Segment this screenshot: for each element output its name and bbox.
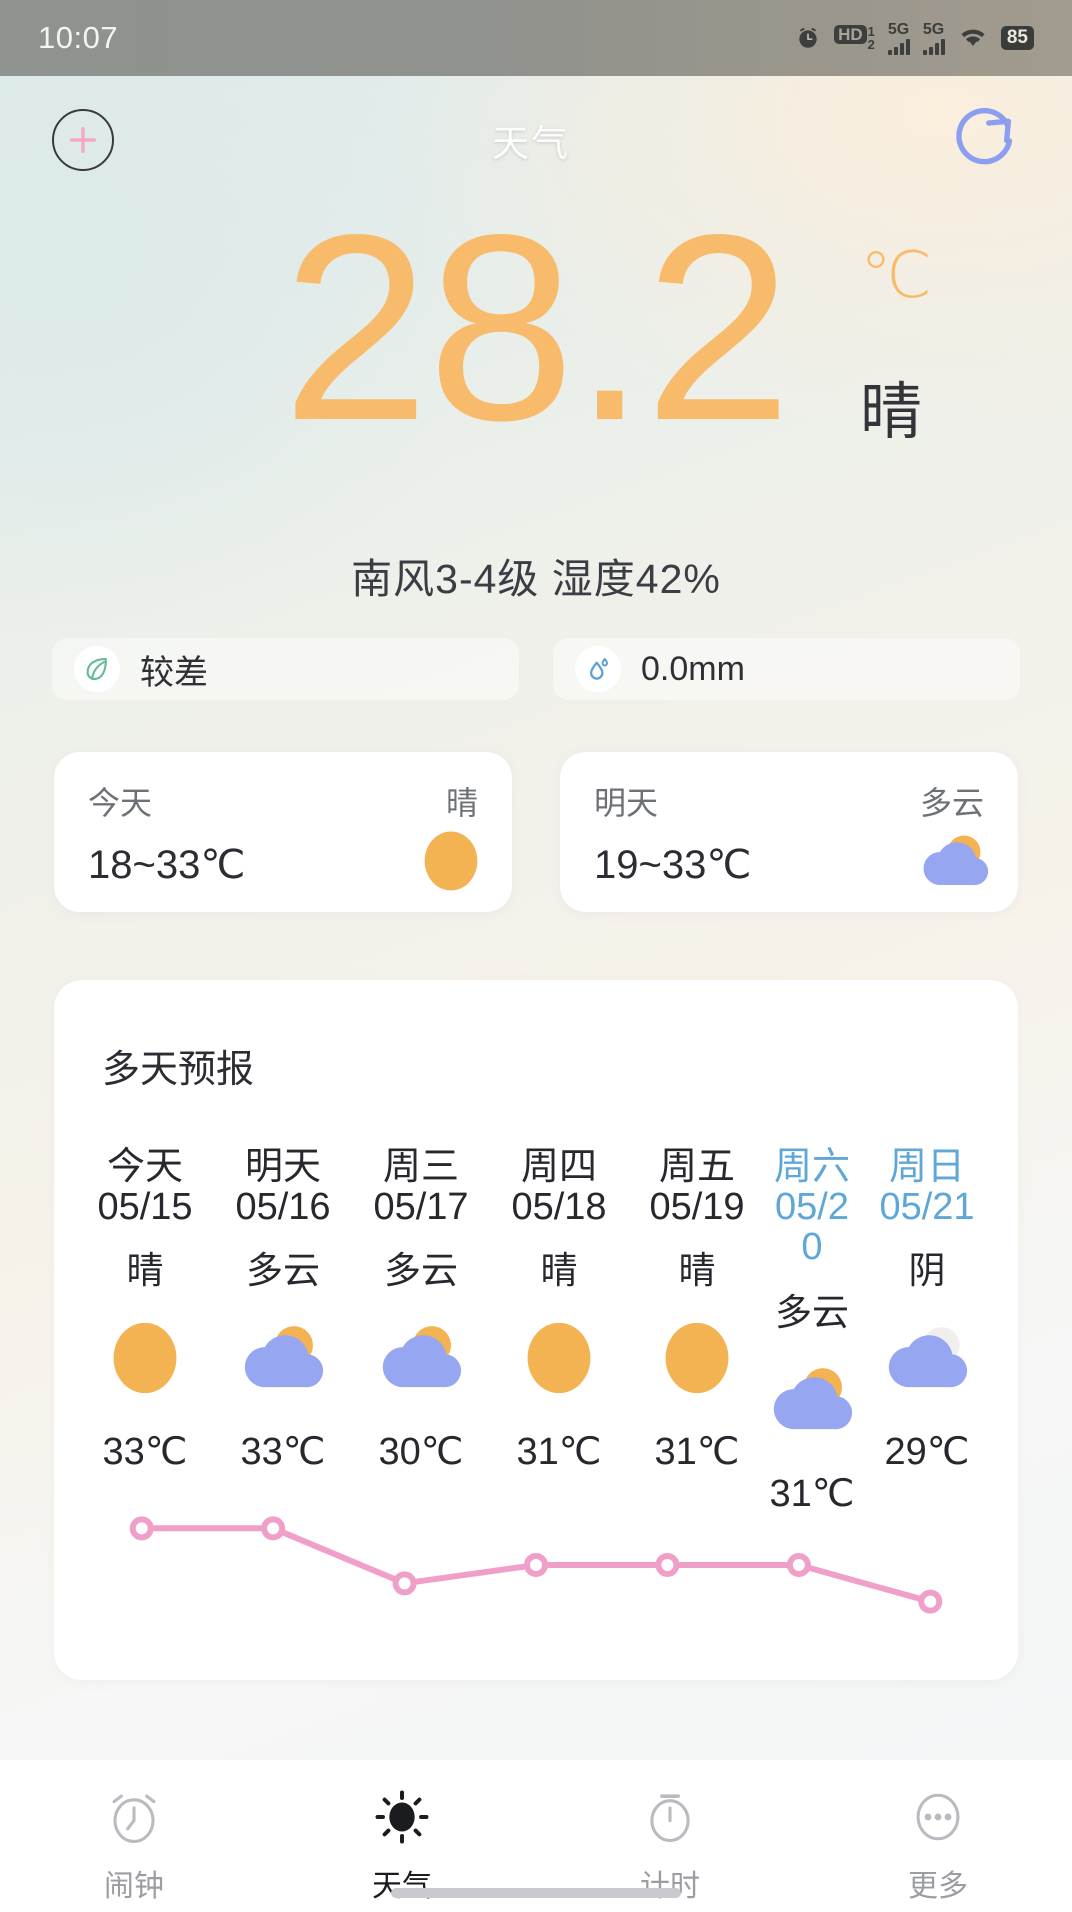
page-title: 天气 bbox=[492, 123, 570, 164]
nav-item-more[interactable]: 更多 bbox=[804, 1760, 1072, 1905]
more-dots-icon bbox=[909, 1788, 967, 1851]
hd-voice-icon: HD 1 2 bbox=[834, 25, 875, 51]
sun-icon bbox=[373, 1788, 431, 1851]
current-condition: 晴 bbox=[860, 378, 923, 447]
day-card-row: 今天 晴 18~33℃ 明天 多云 19~33℃ bbox=[54, 752, 1018, 912]
network-label-1: 5G bbox=[887, 20, 910, 38]
nav-item-weather[interactable]: 天气 bbox=[268, 1760, 536, 1905]
forecast-day: 周四 bbox=[520, 1146, 597, 1188]
forecast-condition: 多云 bbox=[384, 1249, 458, 1291]
refresh-icon[interactable] bbox=[948, 104, 1020, 176]
info-pill-row: 较差 0.0mm bbox=[52, 638, 1020, 700]
forecast-column[interactable]: 周日 05/21 阴 29℃ bbox=[858, 1146, 996, 1474]
forecast-day: 周日 bbox=[888, 1146, 965, 1188]
current-weather-hero: 28.2 ℃ 晴 bbox=[0, 196, 1072, 496]
network-label-2: 5G bbox=[922, 20, 945, 38]
forecast-column[interactable]: 今天 05/15 晴 33℃ bbox=[76, 1146, 214, 1474]
home-indicator bbox=[391, 1888, 681, 1898]
forecast-day: 今天 bbox=[106, 1146, 183, 1188]
forecast-column[interactable]: 周三 05/17 多云 30℃ bbox=[352, 1146, 490, 1474]
forecast-date: 05/17 bbox=[373, 1185, 469, 1228]
stopwatch-icon bbox=[641, 1788, 699, 1851]
forecast-date: 05/18 bbox=[511, 1185, 607, 1228]
app-bar: 天气 bbox=[0, 92, 1072, 188]
forecast-day: 明天 bbox=[244, 1146, 321, 1188]
forecast-column[interactable]: 明天 05/16 多云 33℃ bbox=[214, 1146, 352, 1474]
nav-label-alarm: 闹钟 bbox=[104, 1870, 164, 1903]
temperature-line-chart bbox=[129, 1516, 943, 1614]
nav-item-alarm[interactable]: 闹钟 bbox=[0, 1760, 268, 1905]
sun-icon bbox=[420, 830, 482, 897]
alarm-clock-icon bbox=[105, 1788, 163, 1851]
add-city-icon[interactable] bbox=[52, 109, 114, 171]
partly-cloudy-icon bbox=[922, 830, 989, 897]
forecast-day: 周五 bbox=[658, 1146, 735, 1188]
precipitation-pill[interactable]: 0.0mm bbox=[553, 638, 1020, 700]
overcast-icon bbox=[858, 1303, 996, 1413]
forecast-condition: 多云 bbox=[775, 1291, 849, 1333]
wifi-icon bbox=[958, 26, 988, 50]
partly-cloudy-icon bbox=[352, 1303, 490, 1413]
partly-cloudy-icon bbox=[766, 1345, 858, 1455]
signal-5g-1-icon: 5G bbox=[887, 20, 910, 55]
temperature-unit: ℃ bbox=[860, 239, 932, 311]
air-quality-pill[interactable]: 较差 bbox=[52, 638, 519, 700]
forecast-date: 05/19 bbox=[649, 1185, 745, 1228]
sun-icon bbox=[490, 1303, 628, 1413]
status-bar-icons: HD 1 2 5G 5G 85 bbox=[795, 20, 1034, 55]
tomorrow-condition: 多云 bbox=[919, 785, 984, 821]
forecast-condition: 多云 bbox=[246, 1249, 320, 1291]
water-drop-icon bbox=[575, 646, 621, 692]
nav-label-weather: 天气 bbox=[372, 1870, 432, 1903]
forecast-condition: 晴 bbox=[540, 1249, 578, 1291]
forecast-condition: 晴 bbox=[126, 1249, 164, 1291]
tomorrow-card[interactable]: 明天 多云 19~33℃ bbox=[560, 752, 1018, 912]
forecast-column[interactable]: 周四 05/18 晴 31℃ bbox=[490, 1146, 628, 1474]
forecast-day: 周六 bbox=[773, 1146, 850, 1188]
forecast-date: 05/15 bbox=[97, 1185, 193, 1228]
sun-icon bbox=[76, 1303, 214, 1413]
forecast-date: 05/16 bbox=[235, 1185, 331, 1228]
bottom-navigation-bar: 闹钟 天气 计时 更多 bbox=[0, 1760, 1072, 1912]
battery-indicator: 85 bbox=[1000, 26, 1034, 50]
forecast-date: 05/20 bbox=[775, 1185, 849, 1268]
forecast-day: 周三 bbox=[382, 1146, 459, 1188]
leaf-air-quality-icon bbox=[74, 646, 120, 692]
forecast-condition: 阴 bbox=[908, 1249, 946, 1291]
nav-item-timer[interactable]: 计时 bbox=[536, 1760, 804, 1905]
status-bar: 10:07 HD 1 2 5G 5G 85 bbox=[0, 0, 1072, 76]
air-quality-label: 较差 bbox=[140, 653, 208, 692]
forecast-title: 多天预报 bbox=[102, 1049, 255, 1091]
forecast-column[interactable]: 周五 05/19 晴 31℃ bbox=[628, 1146, 766, 1474]
nav-label-timer: 计时 bbox=[640, 1870, 700, 1903]
forecast-condition: 晴 bbox=[678, 1249, 716, 1291]
wind-humidity-detail: 南风3-4级 湿度42% bbox=[351, 556, 721, 602]
precipitation-label: 0.0mm bbox=[641, 649, 745, 688]
status-bar-clock: 10:07 bbox=[38, 20, 119, 55]
today-label: 今天 bbox=[88, 785, 153, 821]
forecast-date: 05/21 bbox=[879, 1185, 975, 1228]
nav-label-more: 更多 bbox=[908, 1870, 968, 1903]
alarm-clock-icon bbox=[795, 25, 821, 51]
hd-badge-label: HD bbox=[834, 25, 867, 44]
today-condition: 晴 bbox=[445, 785, 478, 821]
hd-sim-bottom: 2 bbox=[867, 37, 875, 52]
sun-icon bbox=[628, 1303, 766, 1413]
partly-cloudy-icon bbox=[214, 1303, 352, 1413]
signal-5g-2-icon: 5G bbox=[922, 20, 945, 55]
today-card[interactable]: 今天 晴 18~33℃ bbox=[54, 752, 512, 912]
tomorrow-label: 明天 bbox=[594, 785, 659, 821]
multi-day-forecast-panel: 多天预报 今天 05/15 晴 33℃ 明天 05/16 多云 33℃ 周三 0… bbox=[54, 980, 1018, 1680]
